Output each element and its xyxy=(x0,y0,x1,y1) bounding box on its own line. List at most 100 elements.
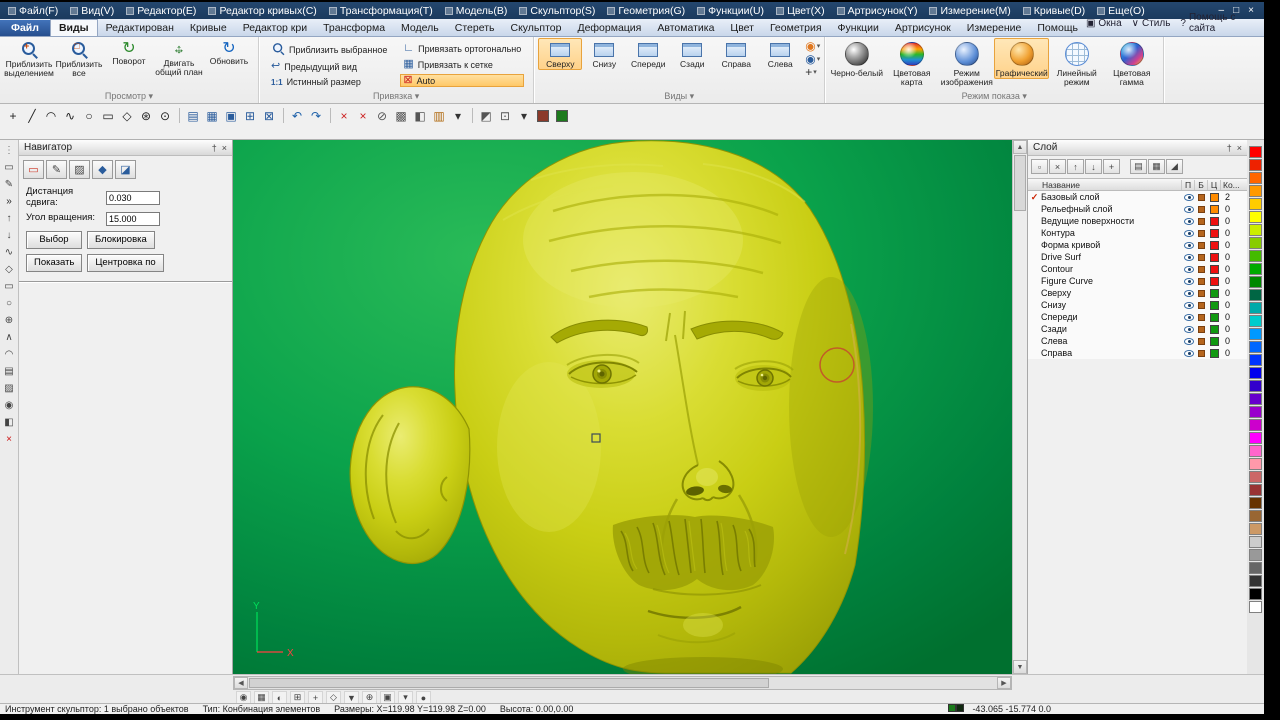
layer-lock-cell[interactable] xyxy=(1195,349,1208,357)
new-document-icon[interactable]: ▤ xyxy=(184,107,202,124)
rotation-angle-field[interactable] xyxy=(106,211,160,226)
sculpt-pinch-icon[interactable]: ◇ xyxy=(2,262,17,276)
layer-lock-cell[interactable] xyxy=(1195,217,1208,225)
layer-color-cell[interactable] xyxy=(1208,216,1221,226)
ribbon-tab[interactable]: Деформация xyxy=(569,20,649,36)
ribbon-tab[interactable]: Цвет xyxy=(722,20,762,36)
layer-visibility-cell[interactable] xyxy=(1182,277,1195,285)
show-button[interactable]: Показать xyxy=(26,253,83,272)
layer-column-header[interactable]: Ц xyxy=(1208,179,1221,190)
ribbon-tab[interactable]: Геометрия xyxy=(762,20,830,36)
navigator-header[interactable]: Навигатор † × xyxy=(19,140,232,156)
layer-visibility-cell[interactable] xyxy=(1182,289,1195,297)
new-layer-icon[interactable]: ▫ xyxy=(1031,159,1048,174)
draw-arc-icon[interactable]: ◠ xyxy=(42,107,60,124)
nav-edit-icon[interactable]: ✎ xyxy=(46,160,67,179)
layer-visibility-cell[interactable] xyxy=(1182,217,1195,225)
rotate-view-button[interactable]: ↻ Поворот xyxy=(104,38,154,67)
palette-color[interactable] xyxy=(1249,588,1262,600)
menu-item[interactable]: Кривые(D) xyxy=(1017,2,1091,19)
palette-color[interactable] xyxy=(1249,315,1262,327)
layer-color-cell[interactable] xyxy=(1208,324,1221,334)
vertical-scroll-thumb[interactable] xyxy=(1014,155,1026,211)
select-rect-icon[interactable]: ▭ xyxy=(2,160,17,174)
orbit-orange-button[interactable]: ◉ ▾ xyxy=(805,40,820,52)
dock-handle-icon[interactable]: ⋮ xyxy=(2,143,17,157)
edit-pencil-icon[interactable]: ✎ xyxy=(2,177,17,191)
layer-visibility-cell[interactable] xyxy=(1182,337,1195,345)
axis-view-button[interactable]: + ▾ xyxy=(805,66,820,78)
layer-lock-cell[interactable] xyxy=(1195,277,1208,285)
delete-layer-icon[interactable]: × xyxy=(1049,159,1066,174)
ribbon-tab[interactable]: Редактор кри xyxy=(235,20,315,36)
group-expand-icon[interactable]: ▾ xyxy=(1020,91,1027,101)
layer-row[interactable]: Ведущие поверхности 0 xyxy=(1028,215,1247,227)
grid-icon[interactable]: ⊞ xyxy=(241,107,259,124)
group-expand-icon[interactable]: ▾ xyxy=(412,91,420,101)
sculpt-inflate-icon[interactable]: ○ xyxy=(2,296,17,310)
layer-color-cell[interactable] xyxy=(1208,288,1221,298)
primary-color-swatch[interactable] xyxy=(534,107,552,124)
layer-row[interactable]: ✓ Базовый слой 2 xyxy=(1028,191,1247,203)
palette-color[interactable] xyxy=(1249,185,1262,197)
layer-color-cell[interactable] xyxy=(1208,204,1221,214)
layer-color-cell[interactable] xyxy=(1208,228,1221,238)
layer-visibility-cell[interactable] xyxy=(1182,301,1195,309)
palette-color[interactable] xyxy=(1249,328,1262,340)
layer-lock-cell[interactable] xyxy=(1195,241,1208,249)
ribbon-tab[interactable]: Скульптор xyxy=(502,20,569,36)
detail-view-icon[interactable]: ▦ xyxy=(1148,159,1165,174)
sculpt-flatten-icon[interactable]: ▭ xyxy=(2,279,17,293)
pan-view-button[interactable]: ↔ ↕ Двигать общий план xyxy=(154,38,204,79)
layer-column-header[interactable]: П xyxy=(1182,179,1195,190)
undo-icon[interactable]: ↶ xyxy=(288,107,306,124)
group-expand-icon[interactable]: ▾ xyxy=(146,91,154,101)
horizontal-scrollbar[interactable]: ◀ ▶ xyxy=(233,676,1012,690)
scroll-left-icon[interactable]: ◀ xyxy=(234,677,248,689)
menu-item[interactable]: Редактор кривых(C) xyxy=(202,2,322,19)
zoom-selected-button[interactable]: Приблизить выбранное xyxy=(268,42,390,57)
layer-lock-cell[interactable] xyxy=(1195,193,1208,201)
palette-color[interactable] xyxy=(1249,575,1262,587)
nav-brush-icon[interactable]: ◪ xyxy=(115,160,136,179)
palette-color[interactable] xyxy=(1249,445,1262,457)
scroll-down-icon[interactable]: ▼ xyxy=(1013,660,1027,674)
layer-column-header[interactable]: Название xyxy=(1028,179,1182,190)
layer-row[interactable]: Справа 0 xyxy=(1028,347,1247,359)
view-front-button[interactable]: Спереди xyxy=(626,38,670,70)
palette-color[interactable] xyxy=(1249,484,1262,496)
draw-star-icon[interactable]: ⊛ xyxy=(137,107,155,124)
box-mode-icon[interactable]: ⊡ xyxy=(496,107,514,124)
redo-icon[interactable]: ↷ xyxy=(307,107,325,124)
layer-row[interactable]: Снизу 0 xyxy=(1028,299,1247,311)
menu-item[interactable]: Трансформация(T) xyxy=(323,2,439,19)
palette-color[interactable] xyxy=(1249,406,1262,418)
palette-color[interactable] xyxy=(1249,198,1262,210)
palette-color[interactable] xyxy=(1249,432,1262,444)
scroll-up-icon[interactable]: ▲ xyxy=(1013,140,1027,154)
menu-item[interactable]: Геометрия(G) xyxy=(601,2,691,19)
menu-item[interactable]: Редактор(E) xyxy=(120,2,202,19)
menu-item[interactable]: Измерение(M) xyxy=(923,2,1016,19)
ribbon-tab[interactable]: Модель xyxy=(393,20,447,36)
style-menu[interactable]: ∨ Стиль xyxy=(1132,18,1171,29)
palette-color[interactable] xyxy=(1249,354,1262,366)
previous-view-button[interactable]: ↩ Предыдущий вид xyxy=(268,60,390,73)
menu-item[interactable]: Функции(U) xyxy=(691,2,770,19)
layer-panel-header[interactable]: Слой † × xyxy=(1028,140,1247,156)
layers-dropdown-icon[interactable]: ▾ xyxy=(449,107,467,124)
palette-color[interactable] xyxy=(1249,367,1262,379)
view-top-button[interactable]: Сверху xyxy=(538,38,583,71)
layer-color-cell[interactable] xyxy=(1208,252,1221,262)
layer-color-cell[interactable] xyxy=(1208,312,1221,322)
menu-item[interactable]: Скульптор(S) xyxy=(513,2,601,19)
layer-lock-cell[interactable] xyxy=(1195,289,1208,297)
refresh-view-button[interactable]: ↻ Обновить xyxy=(204,38,254,67)
layer-lock-cell[interactable] xyxy=(1195,205,1208,213)
draw-point-icon[interactable]: + xyxy=(4,107,22,124)
palette-color[interactable] xyxy=(1249,276,1262,288)
layer-lock-cell[interactable] xyxy=(1195,325,1208,333)
ribbon-tab[interactable]: Измерение xyxy=(959,20,1030,36)
save-document-icon[interactable]: ▣ xyxy=(222,107,240,124)
layer-color-cell[interactable] xyxy=(1208,276,1221,286)
